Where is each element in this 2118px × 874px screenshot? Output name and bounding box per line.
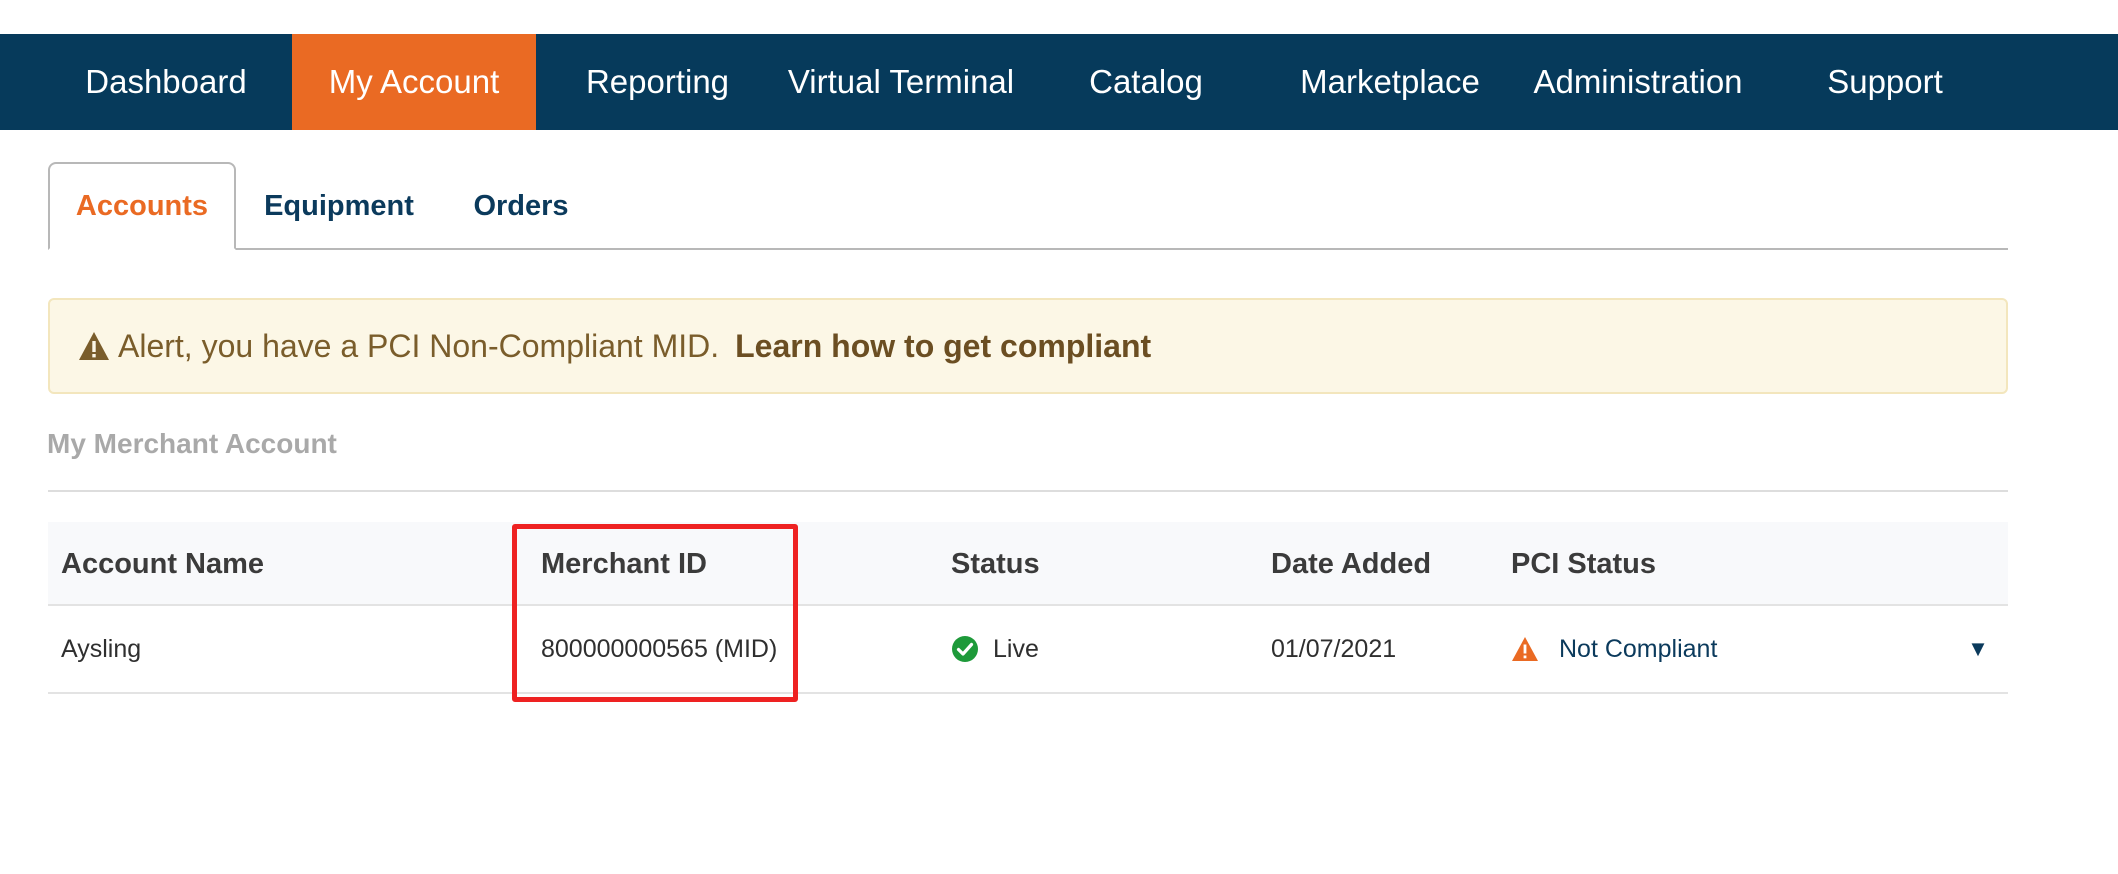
nav-item-marketplace[interactable]: Marketplace — [1290, 34, 1490, 130]
tab-equipment[interactable]: Equipment — [250, 162, 428, 250]
nav-item-my-account[interactable]: My Account — [292, 34, 536, 130]
nav-item-reporting[interactable]: Reporting — [560, 34, 755, 130]
table-row[interactable]: Aysling 800000000565 (MID) Live 01/07/20… — [48, 606, 2008, 694]
warning-triangle-icon — [1511, 636, 1539, 662]
nav-item-support[interactable]: Support — [1790, 34, 1980, 130]
nav-item-virtual-terminal[interactable]: Virtual Terminal — [776, 34, 1026, 130]
top-nav: Dashboard My Account Reporting Virtual T… — [0, 34, 2118, 130]
merchant-id-cell: 800000000565 (MID) — [541, 634, 778, 663]
status-cell: Live — [951, 606, 1039, 692]
column-header-date-added: Date Added — [1271, 547, 1432, 580]
section-divider — [48, 490, 2008, 492]
pci-status-cell: Not Compliant — [1511, 606, 1717, 692]
pci-status-link[interactable]: Not Compliant — [1559, 635, 1717, 664]
column-header-merchant-id: Merchant ID — [541, 547, 707, 580]
account-name-cell: Aysling — [61, 634, 142, 663]
column-header-account-name: Account Name — [61, 547, 265, 580]
caret-down-icon[interactable]: ▼ — [1963, 606, 1993, 692]
nav-item-catalog[interactable]: Catalog — [1050, 34, 1242, 130]
check-circle-icon — [951, 635, 979, 663]
alert-message: Alert, you have a PCI Non-Compliant MID. — [118, 327, 720, 364]
tab-accounts[interactable]: Accounts — [48, 162, 236, 250]
warning-triangle-icon — [78, 331, 110, 361]
column-header-pci-status: PCI Status — [1511, 547, 1657, 580]
learn-compliance-link[interactable]: Learn how to get compliant — [735, 328, 1151, 365]
status-text: Live — [993, 634, 1039, 663]
date-added-cell: 01/07/2021 — [1271, 634, 1397, 663]
column-header-status: Status — [951, 547, 1040, 580]
nav-item-administration[interactable]: Administration — [1520, 34, 1756, 130]
section-title: My Merchant Account — [47, 428, 337, 459]
table-header: Account Name Merchant ID Status Date Add… — [48, 522, 2008, 606]
nav-item-dashboard[interactable]: Dashboard — [60, 34, 272, 130]
pci-alert-banner: Alert, you have a PCI Non-Compliant MID.… — [48, 298, 2008, 394]
tab-orders[interactable]: Orders — [456, 162, 586, 250]
